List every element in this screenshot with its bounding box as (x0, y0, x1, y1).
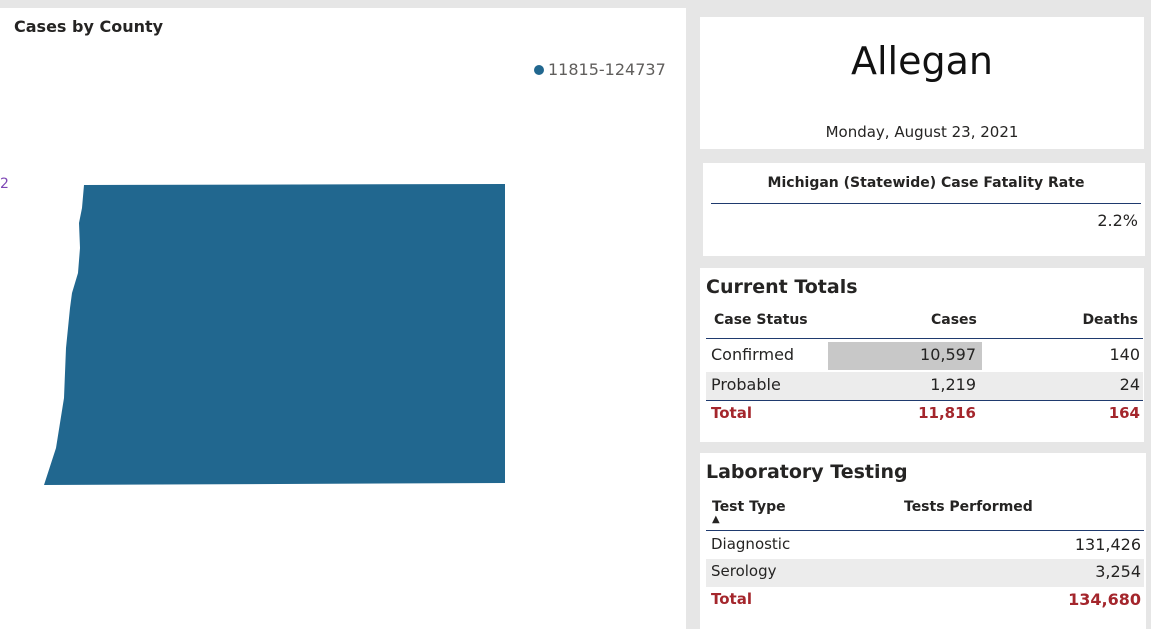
table-total-row[interactable]: Total 134,680 (706, 587, 1144, 615)
tests-performed-cell: 3,254 (1095, 562, 1141, 581)
county-shape-allegan[interactable] (44, 184, 505, 485)
laboratory-testing-title: Laboratory Testing (706, 461, 908, 483)
total-deaths: 164 (1108, 404, 1140, 422)
total-label: Total (711, 590, 752, 608)
edge-mark: 2 (0, 176, 9, 192)
fatality-rate-card: Michigan (Statewide) Case Fatality Rate … (703, 163, 1145, 256)
test-type-cell: Diagnostic (711, 535, 791, 553)
cases-cell: 10,597 (920, 345, 976, 364)
table-row[interactable]: Confirmed 10,597 140 (706, 342, 1143, 370)
current-totals-title: Current Totals (706, 276, 858, 298)
county-map[interactable] (0, 8, 686, 629)
sort-ascending-icon[interactable]: ▲ (712, 514, 720, 525)
tests-performed-cell: 131,426 (1074, 535, 1141, 554)
total-cases: 11,816 (918, 404, 976, 422)
column-header-deaths[interactable]: Deaths (1082, 312, 1138, 328)
table-total-row[interactable]: Total 11,816 164 (706, 401, 1143, 429)
title-panel: Allegan Monday, August 23, 2021 (700, 17, 1144, 149)
fatality-rate-value: 2.2% (1097, 211, 1138, 230)
deaths-cell: 24 (1119, 375, 1140, 394)
header-divider (706, 338, 1143, 339)
current-totals-table[interactable]: Current Totals Case Status Cases Deaths … (700, 268, 1144, 442)
fatality-divider (711, 203, 1141, 204)
column-header-test-type[interactable]: Test Type (712, 499, 786, 515)
deaths-cell: 140 (1109, 345, 1140, 364)
county-name: Allegan (851, 39, 993, 83)
fatality-rate-label: Michigan (Statewide) Case Fatality Rate (767, 175, 1085, 191)
column-header-tests-performed[interactable]: Tests Performed (904, 499, 1033, 515)
laboratory-testing-table[interactable]: Laboratory Testing Test Type ▲ Tests Per… (700, 453, 1146, 629)
table-row[interactable]: Probable 1,219 24 (706, 372, 1143, 400)
total-tests-performed: 134,680 (1068, 590, 1141, 609)
test-type-cell: Serology (711, 562, 777, 580)
header-divider (706, 530, 1144, 531)
table-row[interactable]: Serology 3,254 (706, 559, 1144, 587)
column-header-cases[interactable]: Cases (931, 312, 977, 328)
column-header-case-status[interactable]: Case Status (714, 312, 808, 328)
table-row[interactable]: Diagnostic 131,426 (706, 532, 1144, 560)
map-panel[interactable]: Cases by County 11815-124737 2 (0, 8, 686, 629)
report-date: Monday, August 23, 2021 (825, 123, 1019, 141)
cases-cell: 1,219 (930, 375, 976, 394)
